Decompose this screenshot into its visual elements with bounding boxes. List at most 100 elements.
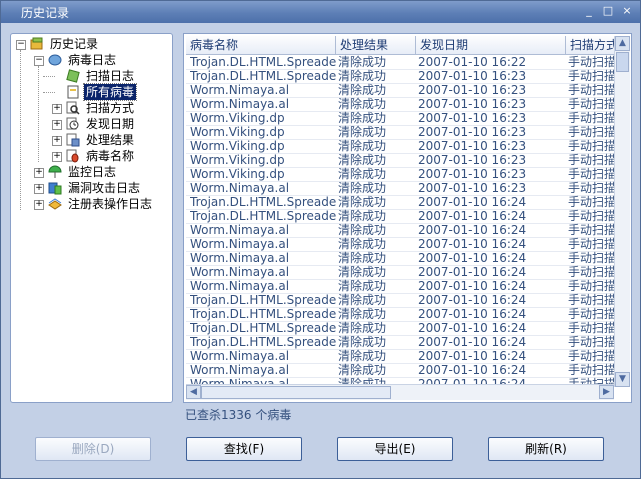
tree-label-result: 处理结果 bbox=[86, 133, 135, 147]
window-title: 历史记录 bbox=[21, 6, 70, 20]
tree-label-scan-log: 扫描日志 bbox=[86, 69, 135, 83]
cell-result: 清除成功 bbox=[338, 55, 387, 69]
table-row[interactable]: Worm.Nimaya.al 清除成功 2007-01-10 16:24 手动扫描 bbox=[186, 223, 616, 238]
cell-result: 清除成功 bbox=[338, 195, 387, 209]
registry-icon bbox=[48, 198, 62, 210]
cell-found-date: 2007-01-10 16:24 bbox=[418, 251, 527, 265]
tree-label-all-viruses: 所有病毒 bbox=[82, 83, 138, 101]
cell-found-date: 2007-01-10 16:23 bbox=[418, 69, 527, 83]
tree-label-scan-method: 扫描方式 bbox=[86, 101, 135, 115]
table-row[interactable]: Trojan.DL.HTML.Spreader.a 清除成功 2007-01-10 … bbox=[186, 195, 616, 210]
table-row[interactable]: Worm.Viking.dp 清除成功 2007-01-10 16:23 手动扫描 bbox=[186, 167, 616, 182]
collapse-toggle[interactable]: − bbox=[34, 56, 44, 66]
tree-connector bbox=[20, 50, 21, 210]
tree-label-monitor-log: 监控日志 bbox=[68, 165, 117, 179]
cell-virus-name: Worm.Nimaya.al bbox=[190, 237, 290, 251]
table-row[interactable]: Worm.Viking.dp 清除成功 2007-01-10 16:23 手动扫描 bbox=[186, 111, 616, 126]
column-header-result[interactable]: 处理结果 bbox=[336, 36, 416, 54]
cell-scan-method: 手动扫描 bbox=[568, 83, 616, 97]
expand-toggle[interactable]: + bbox=[34, 200, 44, 210]
expand-toggle[interactable]: + bbox=[34, 184, 44, 194]
minimize-button[interactable]: _ bbox=[582, 4, 596, 18]
scroll-right-button[interactable]: ▶ bbox=[599, 385, 614, 399]
cell-virus-name: Worm.Nimaya.al bbox=[190, 181, 290, 195]
expand-toggle[interactable]: + bbox=[52, 136, 62, 146]
virus-log-icon bbox=[48, 54, 62, 66]
cell-result: 清除成功 bbox=[338, 335, 387, 349]
cell-scan-method: 手动扫描 bbox=[568, 321, 616, 335]
history-book-icon bbox=[30, 37, 43, 50]
tree-label-root: 历史记录 bbox=[50, 37, 99, 51]
cell-result: 清除成功 bbox=[338, 181, 387, 195]
table-row[interactable]: Worm.Nimaya.al 清除成功 2007-01-10 16:24 手动扫描 bbox=[186, 265, 616, 280]
cell-scan-method: 手动扫描 bbox=[568, 195, 616, 209]
refresh-button[interactable]: 刷新(R) bbox=[488, 437, 604, 461]
cell-result: 清除成功 bbox=[338, 321, 387, 335]
cell-found-date: 2007-01-10 16:23 bbox=[418, 97, 527, 111]
find-button[interactable]: 查找(F) bbox=[186, 437, 302, 461]
scroll-left-button[interactable]: ◀ bbox=[186, 385, 201, 399]
cell-virus-name: Worm.Nimaya.al bbox=[190, 83, 290, 97]
table-row[interactable]: Trojan.DL.HTML.Spreader.a 清除成功 2007-01-10 … bbox=[186, 335, 616, 350]
magnifier-icon bbox=[66, 101, 80, 115]
cell-scan-method: 手动扫描 bbox=[568, 307, 616, 321]
table-row[interactable]: Trojan.DL.HTML.Spreader.a 清除成功 2007-01-10 … bbox=[186, 209, 616, 224]
vertical-scrollbar[interactable]: ▲ ▼ bbox=[614, 36, 630, 387]
umbrella-icon bbox=[48, 165, 62, 178]
cell-result: 清除成功 bbox=[338, 279, 387, 293]
title-bar[interactable]: 历史记录 _ □ × bbox=[1, 1, 640, 23]
export-button[interactable]: 导出(E) bbox=[337, 437, 453, 461]
expand-toggle[interactable]: + bbox=[52, 104, 62, 114]
history-window: 历史记录 _ □ × − 历史记录 − 病毒日志 扫描日志 所有病毒 + 扫描方… bbox=[0, 0, 641, 479]
table-row[interactable]: Trojan.DL.HTML.Spreader.a 清除成功 2007-01-10 … bbox=[186, 321, 616, 336]
table-row[interactable]: Worm.Nimaya.al 清除成功 2007-01-10 16:23 手动扫描 bbox=[186, 181, 616, 196]
cell-virus-name: Worm.Viking.dp bbox=[190, 167, 285, 181]
cell-result: 清除成功 bbox=[338, 209, 387, 223]
restore-button[interactable]: □ bbox=[601, 4, 615, 18]
cell-result: 清除成功 bbox=[338, 111, 387, 125]
cell-result: 清除成功 bbox=[338, 237, 387, 251]
scroll-down-button[interactable]: ▼ bbox=[615, 372, 630, 387]
column-header-found-date[interactable]: 发现日期 bbox=[416, 36, 566, 54]
table-row[interactable]: Worm.Nimaya.al 清除成功 2007-01-10 16:24 手动扫描 bbox=[186, 279, 616, 294]
horizontal-scrollbar[interactable]: ◀ ▶ bbox=[186, 384, 614, 400]
table-row[interactable]: Worm.Nimaya.al 清除成功 2007-01-10 16:24 手动扫描 bbox=[186, 363, 616, 378]
table-row[interactable]: Worm.Viking.dp 清除成功 2007-01-10 16:23 手动扫描 bbox=[186, 139, 616, 154]
cell-result: 清除成功 bbox=[338, 83, 387, 97]
table-row[interactable]: Worm.Nimaya.al 清除成功 2007-01-10 16:24 手动扫描 bbox=[186, 237, 616, 252]
table-row[interactable]: Trojan.DL.HTML.Spreader.a 清除成功 2007-01-10 … bbox=[186, 307, 616, 322]
cell-result: 清除成功 bbox=[338, 139, 387, 153]
close-button[interactable]: × bbox=[620, 4, 634, 18]
collapse-toggle[interactable]: − bbox=[16, 40, 26, 50]
cell-virus-name: Trojan.DL.HTML.Spreader.a bbox=[190, 321, 336, 335]
cell-scan-method: 手动扫描 bbox=[568, 181, 616, 195]
table-row[interactable]: Worm.Nimaya.al 清除成功 2007-01-10 16:24 手动扫描 bbox=[186, 349, 616, 364]
expand-toggle[interactable]: + bbox=[52, 152, 62, 162]
table-row[interactable]: Worm.Nimaya.al 清除成功 2007-01-10 16:24 手动扫描 bbox=[186, 251, 616, 266]
table-row[interactable]: Worm.Nimaya.al 清除成功 2007-01-10 16:23 手动扫描 bbox=[186, 83, 616, 98]
vertical-scroll-thumb[interactable] bbox=[616, 52, 629, 72]
cell-scan-method: 手动扫描 bbox=[568, 265, 616, 279]
cell-result: 清除成功 bbox=[338, 97, 387, 111]
virus-list-view[interactable]: 病毒名称 处理结果 发现日期 扫描方式 Trojan.DL.HTML.Sprea… bbox=[183, 33, 632, 403]
table-row[interactable]: Worm.Viking.dp 清除成功 2007-01-10 16:23 手动扫描 bbox=[186, 125, 616, 140]
cell-virus-name: Worm.Nimaya.al bbox=[190, 363, 290, 377]
tree-connector bbox=[43, 92, 55, 93]
tree-label-found-date: 发现日期 bbox=[86, 117, 135, 131]
horizontal-scroll-thumb[interactable] bbox=[201, 386, 391, 399]
expand-toggle[interactable]: + bbox=[52, 120, 62, 130]
column-header-virus-name[interactable]: 病毒名称 bbox=[186, 36, 336, 54]
cell-scan-method: 手动扫描 bbox=[568, 125, 616, 139]
cell-found-date: 2007-01-10 16:23 bbox=[418, 181, 527, 195]
expand-toggle[interactable]: + bbox=[34, 168, 44, 178]
table-row[interactable]: Worm.Viking.dp 清除成功 2007-01-10 16:23 手动扫描 bbox=[186, 153, 616, 168]
table-row[interactable]: Trojan.DL.HTML.Spreader.a 清除成功 2007-01-10 … bbox=[186, 55, 616, 70]
delete-button[interactable]: 删除(D) bbox=[35, 437, 151, 461]
scroll-up-button[interactable]: ▲ bbox=[615, 36, 630, 51]
cell-virus-name: Worm.Viking.dp bbox=[190, 111, 285, 125]
table-row[interactable]: Trojan.DL.HTML.Spreader.a 清除成功 2007-01-10 … bbox=[186, 293, 616, 308]
list-header: 病毒名称 处理结果 发现日期 扫描方式 bbox=[186, 36, 618, 55]
cell-scan-method: 手动扫描 bbox=[568, 251, 616, 265]
table-row[interactable]: Trojan.DL.HTML.Spreader.a 清除成功 2007-01-10 … bbox=[186, 69, 616, 84]
table-row[interactable]: Worm.Nimaya.al 清除成功 2007-01-10 16:23 手动扫描 bbox=[186, 97, 616, 112]
